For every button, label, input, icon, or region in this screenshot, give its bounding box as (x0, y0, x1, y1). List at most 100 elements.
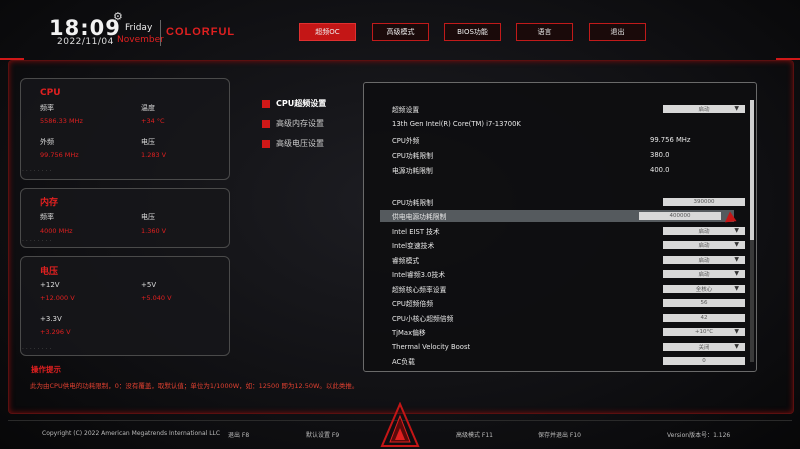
chevron-down-icon: ▼ (734, 105, 739, 112)
footer-key-advanced[interactable]: 高级模式 F11 (456, 430, 493, 439)
panel-decoration: ········ (22, 238, 54, 245)
tab-bios-features[interactable]: BIOS功能 (444, 23, 501, 41)
setting-value: 启动 (698, 243, 710, 249)
chevron-down-icon: ▼ (734, 270, 739, 277)
setting-row[interactable]: CPU小核心超频倍频 42 (392, 312, 745, 324)
cpu-freq-label: 频率 (40, 104, 54, 112)
chevron-down-icon: ▼ (734, 241, 739, 248)
setting-value: 400000 (669, 213, 691, 219)
menu-item-label: CPU超频设置 (276, 99, 327, 108)
setting-dropdown[interactable]: 关闭 ▼ (663, 343, 745, 351)
chevron-down-icon: ▼ (734, 256, 739, 263)
menu-advanced-memory[interactable]: 高级内存设置 (262, 118, 324, 129)
v12-value: +12.000 V (40, 294, 75, 302)
tab-advanced[interactable]: 高级模式 (372, 23, 429, 41)
footer-version: Version版本号：1.126 (667, 432, 731, 439)
setting-input[interactable]: 56 (663, 299, 745, 307)
help-title: 操作提示 (31, 365, 61, 374)
cpu-bclk-value: 99.756 MHz (40, 151, 79, 159)
setting-value: +10°C (694, 329, 714, 335)
setting-dropdown[interactable]: 启动 ▼ (663, 105, 745, 113)
cpu-volt-label: 电压 (141, 138, 155, 146)
setting-dropdown[interactable]: 启动 ▼ (663, 256, 745, 264)
red-square-icon (262, 139, 270, 148)
menu-item-label: 高级内存设置 (276, 119, 324, 128)
setting-row[interactable]: Intel睿频3.0技术 启动 ▼ (392, 268, 745, 280)
panel-decoration: ········ (22, 168, 54, 175)
setting-input[interactable]: 390000 (663, 198, 745, 206)
setting-readout: 99.756 MHz (650, 136, 691, 144)
setting-value: 0 (702, 358, 706, 364)
setting-dropdown[interactable]: 启动 ▼ (663, 270, 745, 278)
setting-row[interactable]: 睿频模式 启动 ▼ (392, 254, 745, 266)
scrollbar-thumb[interactable] (750, 100, 754, 240)
footer-key-defaults[interactable]: 默认设置 F9 (306, 430, 339, 439)
mem-freq-value: 4000 MHz (40, 227, 73, 235)
setting-row[interactable]: 供电电源功耗限制 400000 (380, 210, 734, 222)
mem-volt-label: 电压 (141, 213, 155, 221)
footer-copyright: Copyright (C) 2022 American Megatrends I… (42, 430, 221, 437)
tab-language[interactable]: 语言 (516, 23, 573, 41)
menu-advanced-voltage[interactable]: 高级电压设置 (262, 138, 324, 149)
cpu-panel-title: CPU (40, 88, 61, 98)
menu-cpu-overclock[interactable]: CPU超频设置 (262, 98, 326, 109)
cpu-temp-value: +34 °C (141, 117, 165, 125)
footer-key-exit[interactable]: 退出 F8 (228, 430, 249, 439)
cpu-temp-label: 温度 (141, 104, 155, 112)
setting-label: 13th Gen Intel(R) Core(TM) i7-13700K (392, 120, 521, 128)
tab-overclock[interactable]: 超频OC (299, 23, 356, 41)
setting-input[interactable]: 0 (663, 357, 745, 365)
setting-dropdown[interactable]: 全核心 ▼ (663, 285, 745, 293)
cpu-freq-value: 5586.33 MHz (40, 117, 83, 125)
menu-item-label: 高级电压设置 (276, 139, 324, 148)
setting-row[interactable]: CPU功耗限制 380.0 (392, 149, 734, 161)
setting-row: 13th Gen Intel(R) Core(TM) i7-13700K (392, 118, 734, 130)
setting-dropdown[interactable]: +10°C ▼ (663, 328, 745, 336)
setting-row[interactable]: CPU超频倍频 56 (392, 297, 745, 309)
panel-decoration: ········ (22, 346, 54, 353)
setting-input[interactable]: 42 (663, 314, 745, 322)
brand-logo: COLORFUL (166, 26, 236, 38)
v33-value: +3.296 V (40, 328, 71, 336)
setting-value: 启动 (698, 272, 710, 278)
setting-row[interactable]: 电源功耗限制 400.0 (392, 164, 734, 176)
chevron-down-icon: ▼ (734, 227, 739, 234)
setting-row[interactable]: CPU功耗限制 390000 (392, 196, 745, 208)
mem-volt-value: 1.360 V (141, 227, 167, 235)
cpu-bclk-label: 外频 (40, 138, 54, 146)
v12-label: +12V (40, 281, 60, 289)
footer-key-save-exit[interactable]: 保存并退出 F10 (538, 430, 581, 439)
setting-dropdown[interactable]: 启动 ▼ (663, 227, 745, 235)
red-square-icon (262, 99, 270, 108)
chevron-down-icon: ▼ (734, 285, 739, 292)
setting-input[interactable]: 400000 (639, 212, 721, 220)
setting-row[interactable]: Intel EIST 技术 启动 ▼ (392, 225, 745, 237)
chevron-down-icon: ▼ (734, 343, 739, 350)
header-divider (160, 20, 161, 46)
setting-value: 启动 (698, 107, 710, 113)
setting-label: 电源功耗限制 (392, 167, 433, 175)
gear-icon[interactable]: ⚙ (113, 10, 123, 23)
clock-date: 2022/11/04 (57, 37, 114, 47)
help-text: 此为由CPU供电的功耗限制，0：没有覆盖，取默认值；单位为1/1000W，如：1… (30, 382, 359, 390)
setting-row[interactable]: 超频核心频率设置 全核心 ▼ (392, 283, 745, 295)
cpu-volt-value: 1.283 V (141, 151, 167, 159)
v5-label: +5V (141, 281, 157, 289)
setting-value: 关闭 (698, 345, 710, 351)
setting-row[interactable]: AC负载 0 (392, 355, 745, 367)
header-accent-line-right (776, 58, 800, 60)
setting-value: 启动 (698, 229, 710, 235)
colorful-emblem-icon (380, 402, 420, 447)
setting-row[interactable]: TjMax偏移 +10°C ▼ (392, 326, 745, 338)
clock-day: Friday (125, 23, 153, 33)
setting-dropdown[interactable]: 启动 ▼ (663, 241, 745, 249)
tab-exit[interactable]: 退出 (589, 23, 646, 41)
setting-row[interactable]: Intel变速技术 启动 ▼ (392, 239, 745, 251)
scrollbar[interactable] (750, 100, 754, 362)
voltage-panel-title: 电压 (40, 267, 59, 277)
setting-row[interactable]: Thermal Velocity Boost 关闭 ▼ (392, 341, 745, 353)
setting-row[interactable]: CPU外频 99.756 MHz (392, 134, 734, 146)
setting-readout: 380.0 (650, 151, 670, 159)
setting-label: CPU功耗限制 (392, 152, 434, 160)
setting-row[interactable]: 超频设置 启动 ▼ (392, 103, 745, 115)
